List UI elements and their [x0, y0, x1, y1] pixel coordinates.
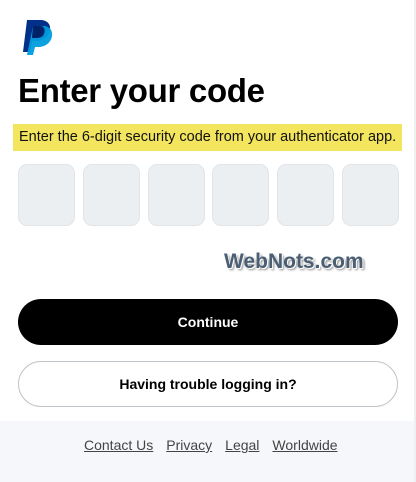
instruction-text: Enter the 6-digit security code from you… — [13, 124, 403, 151]
footer-link-contact-us[interactable]: Contact Us — [84, 437, 153, 453]
footer: Contact Us Privacy Legal Worldwide — [0, 421, 416, 482]
code-digit-5[interactable] — [277, 164, 335, 226]
code-digit-3[interactable] — [147, 164, 205, 226]
paypal-logo-icon — [23, 20, 53, 55]
security-code-inputs — [18, 164, 399, 226]
watermark-text: WebNots.com — [224, 250, 364, 273]
code-digit-2[interactable] — [82, 164, 140, 226]
code-digit-6[interactable] — [341, 164, 399, 226]
code-digit-4[interactable] — [212, 164, 270, 226]
footer-links: Contact Us Privacy Legal Worldwide — [84, 437, 338, 453]
footer-link-privacy[interactable]: Privacy — [166, 437, 212, 453]
trouble-logging-in-button[interactable]: Having trouble logging in? — [18, 361, 398, 407]
footer-link-worldwide[interactable]: Worldwide — [272, 437, 337, 453]
page-title: Enter your code — [18, 72, 265, 109]
continue-button[interactable]: Continue — [18, 299, 398, 345]
code-digit-1[interactable] — [18, 164, 75, 226]
two-step-verification-page: Enter your code Enter the 6-digit securi… — [0, 0, 416, 482]
footer-link-legal[interactable]: Legal — [225, 437, 259, 453]
